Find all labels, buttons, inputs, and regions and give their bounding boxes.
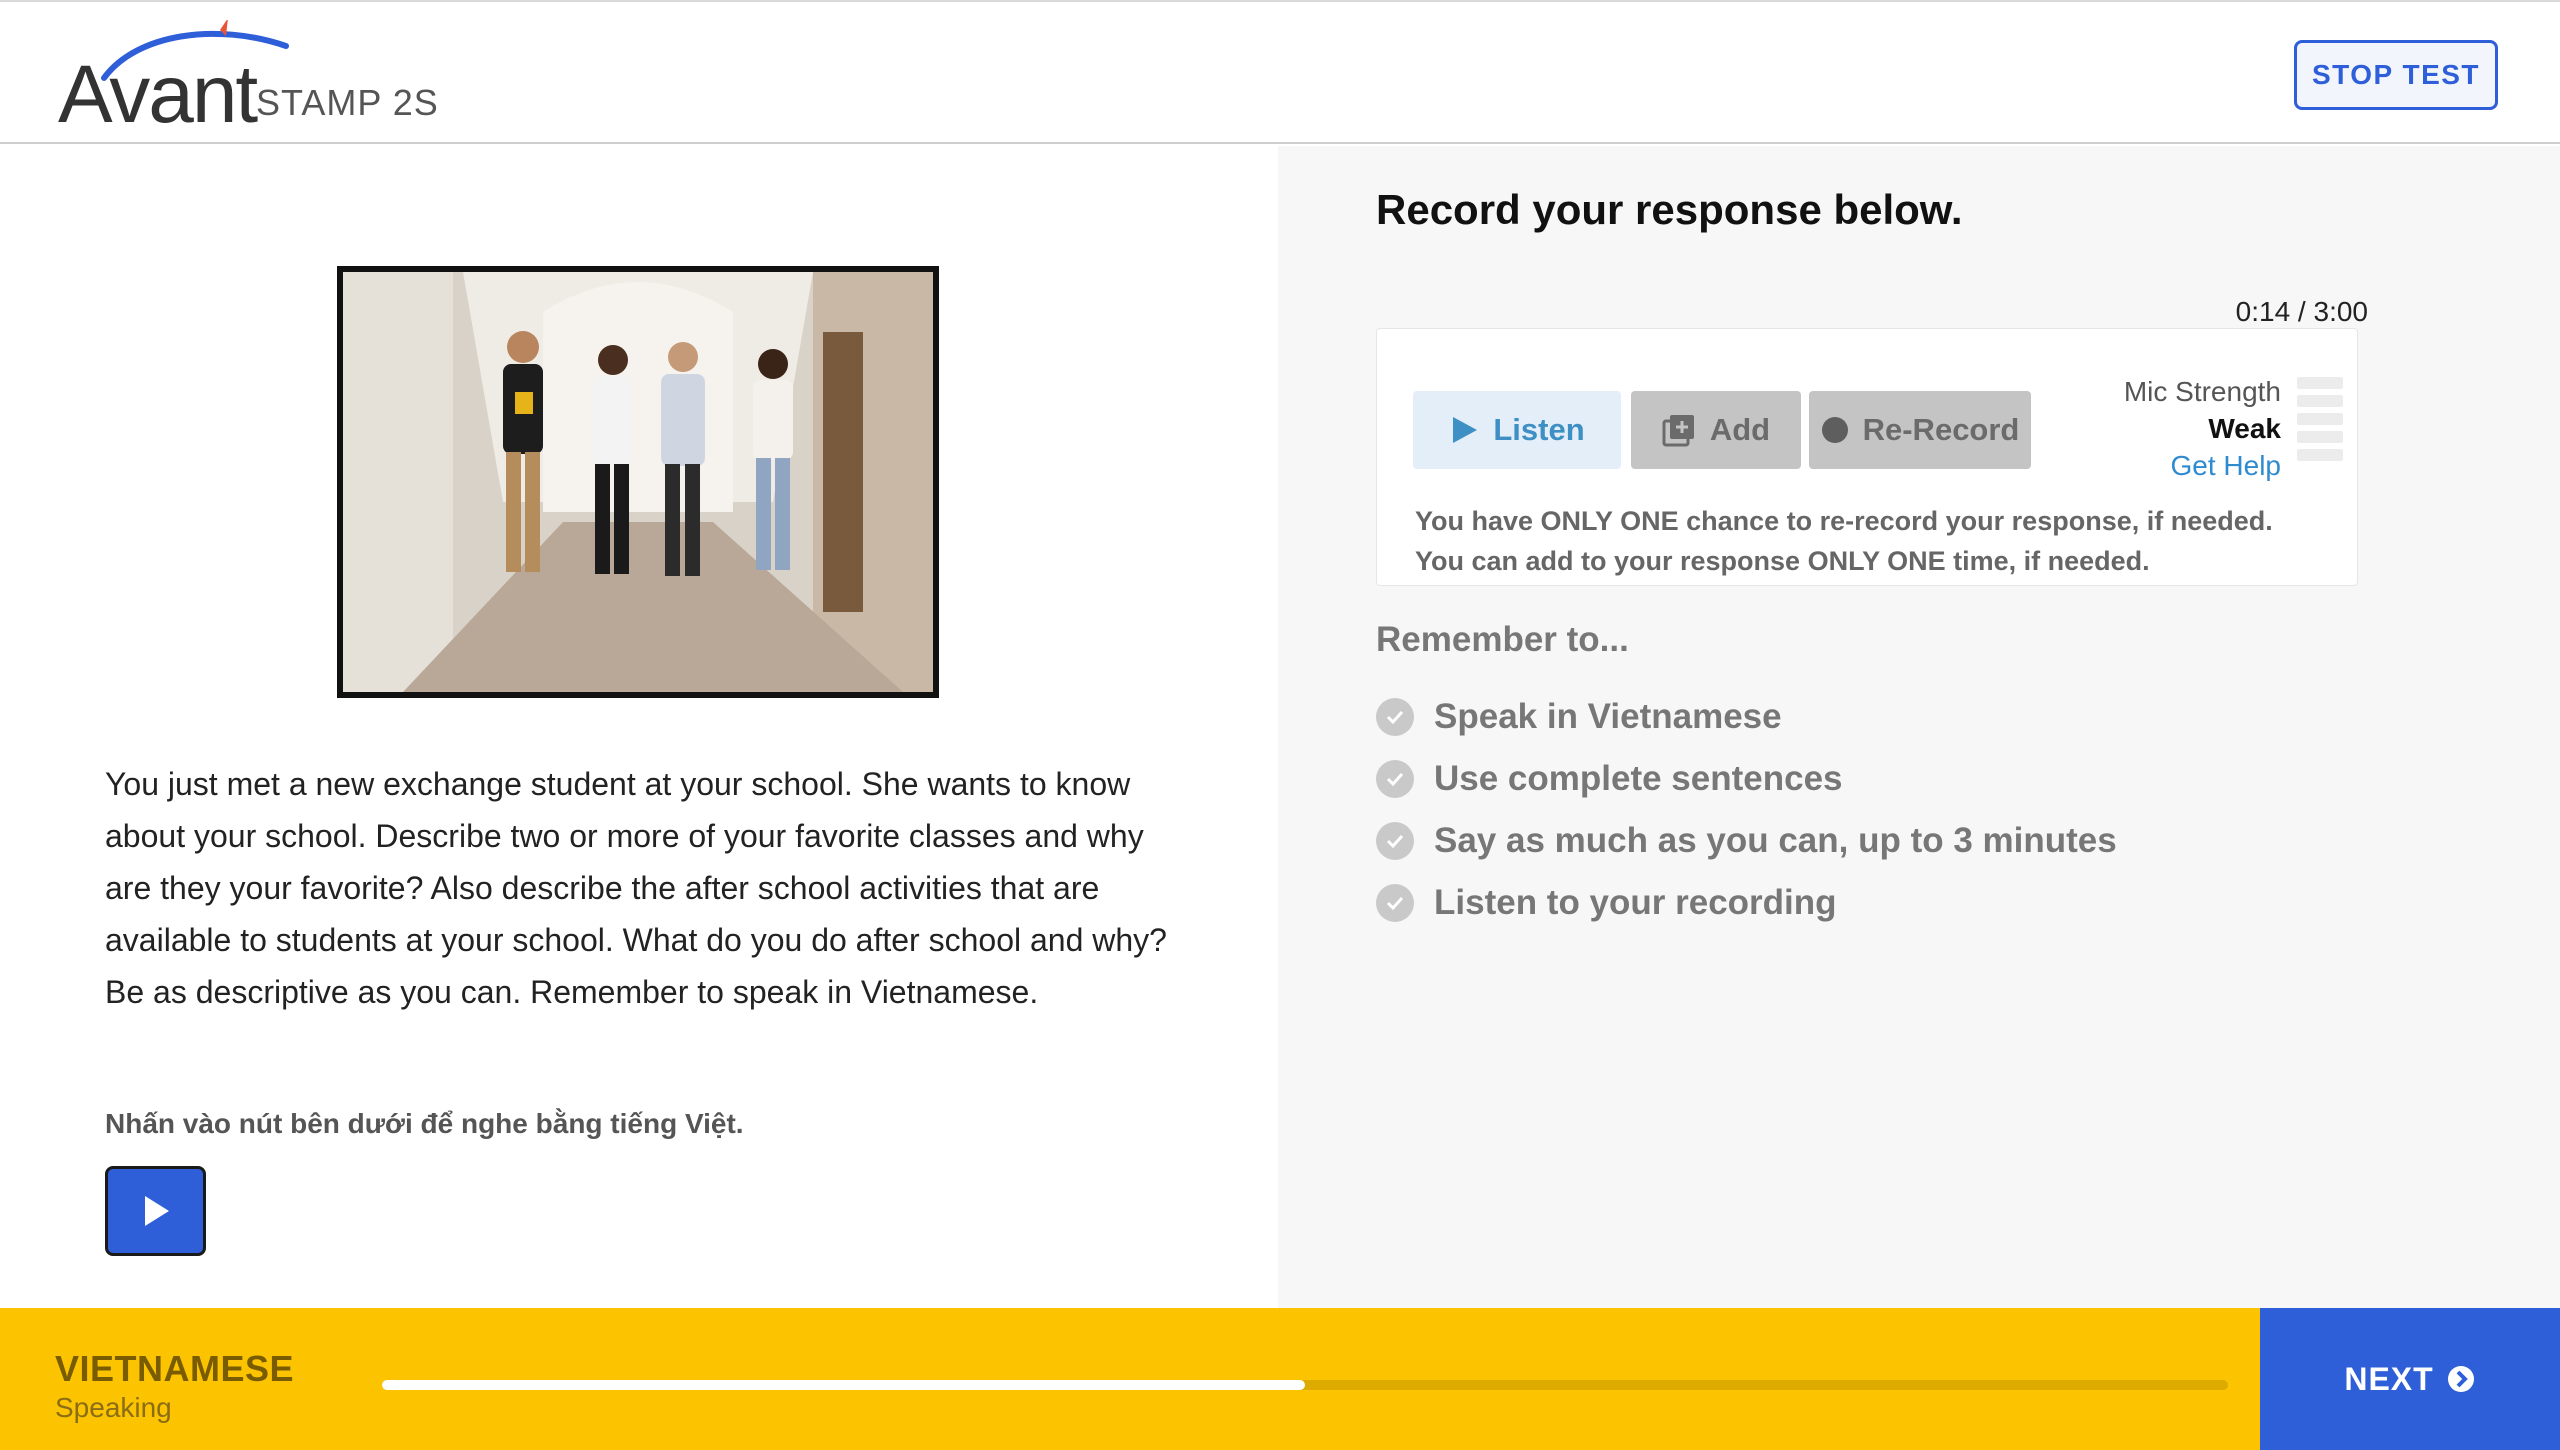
brand-name: Avant — [58, 49, 258, 140]
play-audio-button[interactable] — [105, 1166, 206, 1256]
recorder-box: Listen Add Re-Record Mic Strength Weak G… — [1376, 328, 2358, 586]
header: Avant STAMP 2S STOP TEST — [0, 0, 2560, 144]
response-panel: Record your response below. 0:14 / 3:00 … — [1278, 146, 2560, 1308]
footer-bar: VIETNAMESE Speaking NEXT — [0, 1308, 2560, 1450]
record-title: Record your response below. — [1376, 186, 1963, 233]
chevron-right-circle-icon — [2447, 1366, 2474, 1392]
add-button[interactable]: Add — [1631, 391, 1801, 469]
play-icon — [144, 1196, 169, 1226]
audio-instruction: Nhấn vào nút bên dưới để nghe bằng tiếng… — [105, 1108, 744, 1139]
mic-strength-label: Mic Strength — [2123, 376, 2281, 407]
list-item-label: Use complete sentences — [1434, 759, 1843, 798]
re-record-label: Re-Record — [1862, 412, 2020, 447]
list-item: Speak in Vietnamese — [1376, 686, 2117, 748]
recorder-notes: You have ONLY ONE chance to re-record yo… — [1415, 501, 2273, 581]
mic-level-bar — [2297, 413, 2343, 425]
prompt-panel: You just met a new exchange student at y… — [0, 146, 1278, 1308]
check-icon — [1376, 884, 1414, 922]
get-help-link[interactable]: Get Help — [2124, 447, 2282, 484]
test-progress-bar — [382, 1380, 2228, 1390]
remember-title: Remember to... — [1376, 620, 1629, 659]
next-label: NEXT — [2344, 1360, 2434, 1397]
list-item: Say as much as you can, up to 3 minutes — [1376, 810, 2117, 872]
recording-timer: 0:14 / 3:00 — [2235, 296, 2368, 327]
mic-level-bar — [2297, 431, 2343, 443]
list-item-label: Say as much as you can, up to 3 minutes — [1434, 821, 2117, 860]
check-icon — [1376, 760, 1414, 798]
stop-test-button[interactable]: STOP TEST — [2294, 40, 2498, 110]
list-item: Listen to your recording — [1376, 872, 2117, 934]
progress-fill — [382, 1380, 1305, 1390]
add-clip-icon — [1662, 415, 1694, 447]
avant-logo: Avant STAMP 2S — [58, 20, 458, 140]
mic-level-bar — [2297, 395, 2343, 407]
reminder-checklist: Speak in Vietnamese Use complete sentenc… — [1376, 686, 2117, 934]
section-label: Speaking — [55, 1392, 172, 1423]
list-item-label: Listen to your recording — [1434, 883, 1837, 922]
list-item: Use complete sentences — [1376, 748, 2117, 810]
check-icon — [1376, 822, 1414, 860]
prompt-text: You just met a new exchange student at y… — [105, 766, 1167, 1010]
language-label: VIETNAMESE — [55, 1348, 295, 1389]
check-icon — [1376, 698, 1414, 736]
mic-strength-value: Weak — [2208, 413, 2281, 444]
record-dot-icon — [1821, 417, 1848, 443]
next-button[interactable]: NEXT — [2260, 1308, 2560, 1450]
mic-level-meter — [2297, 377, 2343, 467]
mic-level-bar — [2297, 449, 2343, 461]
listen-button[interactable]: Listen — [1413, 391, 1621, 469]
rerecord-note: You have ONLY ONE chance to re-record yo… — [1415, 506, 2273, 536]
re-record-button[interactable]: Re-Record — [1809, 391, 2031, 469]
listen-label: Listen — [1493, 412, 1585, 447]
play-icon — [1453, 417, 1478, 443]
list-item-label: Speak in Vietnamese — [1434, 697, 1782, 736]
product-name: STAMP 2S — [256, 82, 439, 123]
mic-level-bar — [2297, 377, 2343, 389]
mic-strength: Mic Strength Weak Get Help — [2124, 373, 2281, 484]
prompt-image — [337, 266, 939, 698]
add-label: Add — [1709, 412, 1771, 447]
students-photo-icon — [343, 272, 933, 692]
add-note: You can add to your response ONLY ONE ti… — [1415, 546, 2150, 576]
